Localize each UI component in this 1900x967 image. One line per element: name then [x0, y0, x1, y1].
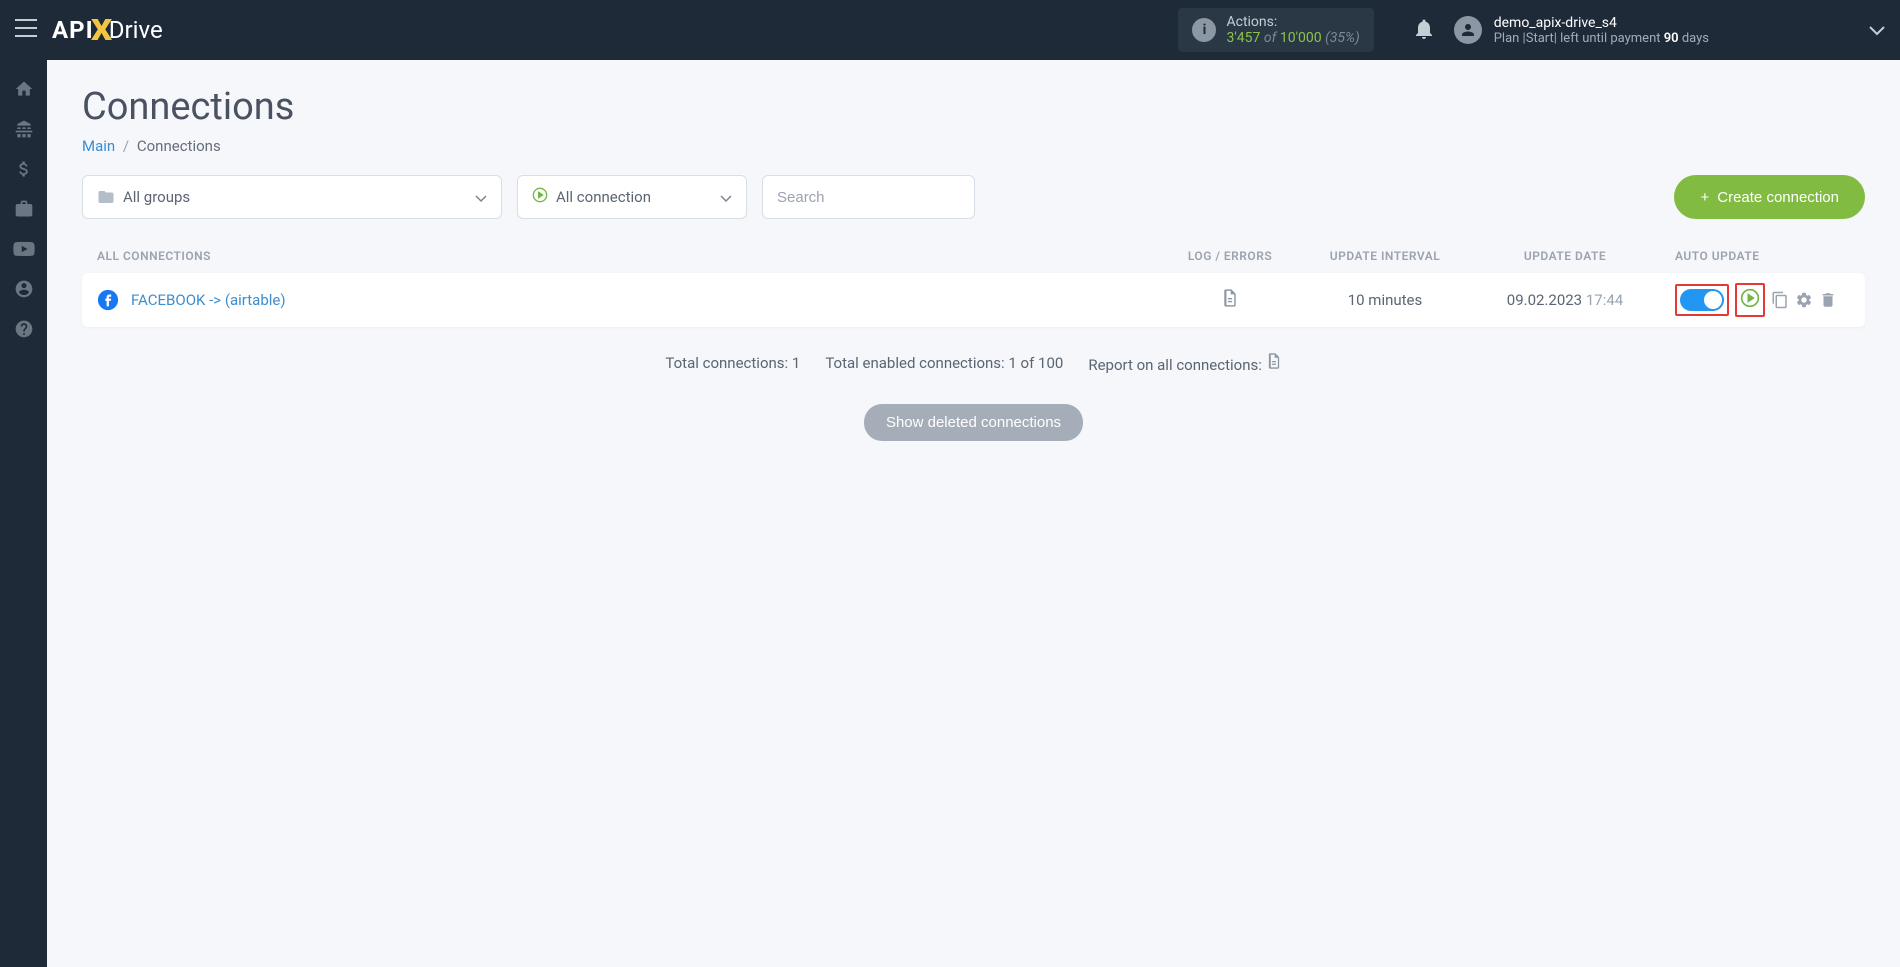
youtube-icon[interactable] [13, 238, 35, 260]
show-deleted-button[interactable]: Show deleted connections [864, 404, 1083, 441]
chevron-down-icon [720, 188, 732, 207]
breadcrumb: Main / Connections [82, 137, 1865, 155]
update-date: 09.02.2023 17:44 [1465, 291, 1665, 309]
chevron-down-icon [475, 188, 487, 207]
play-icon [532, 187, 548, 207]
connection-link[interactable]: FACEBOOK -> (airtable) [131, 291, 286, 309]
auto-update-toggle[interactable] [1680, 289, 1724, 311]
actions-counter[interactable]: i Actions: 3'457 of 10'000 (35%) [1178, 8, 1373, 52]
help-icon[interactable] [13, 318, 35, 340]
log-icon[interactable] [1155, 288, 1305, 312]
run-icon[interactable] [1740, 293, 1760, 312]
chevron-down-icon[interactable] [1869, 21, 1885, 40]
total-connections: Total connections: 1 [665, 354, 800, 372]
breadcrumb-main[interactable]: Main [82, 137, 115, 155]
sidebar [0, 60, 47, 967]
sitemap-icon[interactable] [13, 118, 35, 140]
user-plan: Plan |Start| left until payment 90 days [1494, 31, 1709, 46]
gear-icon[interactable] [1795, 291, 1813, 309]
page-title: Connections [82, 85, 1865, 129]
highlight-play [1735, 283, 1765, 317]
home-icon[interactable] [13, 78, 35, 100]
groups-select[interactable]: All groups [82, 175, 502, 219]
report-label: Report on all connections: [1088, 352, 1281, 374]
plus-icon: + [1700, 189, 1709, 206]
avatar-icon [1454, 16, 1482, 44]
search-input[interactable] [762, 175, 975, 219]
user-name: demo_apix-drive_s4 [1494, 15, 1709, 31]
folder-icon [97, 188, 115, 207]
report-icon[interactable] [1266, 356, 1282, 374]
filters-bar: All groups All connection + Create conne… [82, 175, 1865, 219]
enabled-connections: Total enabled connections: 1 of 100 [825, 354, 1063, 372]
user-icon[interactable] [13, 278, 35, 300]
dollar-icon[interactable] [13, 158, 35, 180]
highlight-toggle [1675, 284, 1729, 316]
table-row: FACEBOOK -> (airtable) 10 minutes 09.02.… [82, 273, 1865, 327]
create-connection-button[interactable]: + Create connection [1674, 175, 1865, 219]
status-select[interactable]: All connection [517, 175, 747, 219]
update-interval: 10 minutes [1305, 291, 1465, 309]
table-header: ALL CONNECTIONS LOG / ERRORS UPDATE INTE… [82, 239, 1865, 273]
facebook-icon [97, 289, 119, 311]
summary-bar: Total connections: 1 Total enabled conne… [82, 352, 1865, 374]
copy-icon[interactable] [1771, 291, 1789, 309]
briefcase-icon[interactable] [13, 198, 35, 220]
actions-label: Actions: [1226, 14, 1359, 30]
user-menu[interactable]: demo_apix-drive_s4 Plan |Start| left unt… [1454, 15, 1709, 46]
info-icon: i [1192, 18, 1216, 42]
top-header: APIXDrive i Actions: 3'457 of 10'000 (35… [0, 0, 1900, 60]
notifications-icon[interactable] [1414, 17, 1434, 43]
main-content: Connections Main / Connections All group… [47, 60, 1900, 967]
breadcrumb-current: Connections [137, 137, 221, 155]
menu-icon[interactable] [15, 19, 37, 41]
trash-icon[interactable] [1819, 291, 1837, 309]
logo[interactable]: APIXDrive [52, 13, 163, 48]
